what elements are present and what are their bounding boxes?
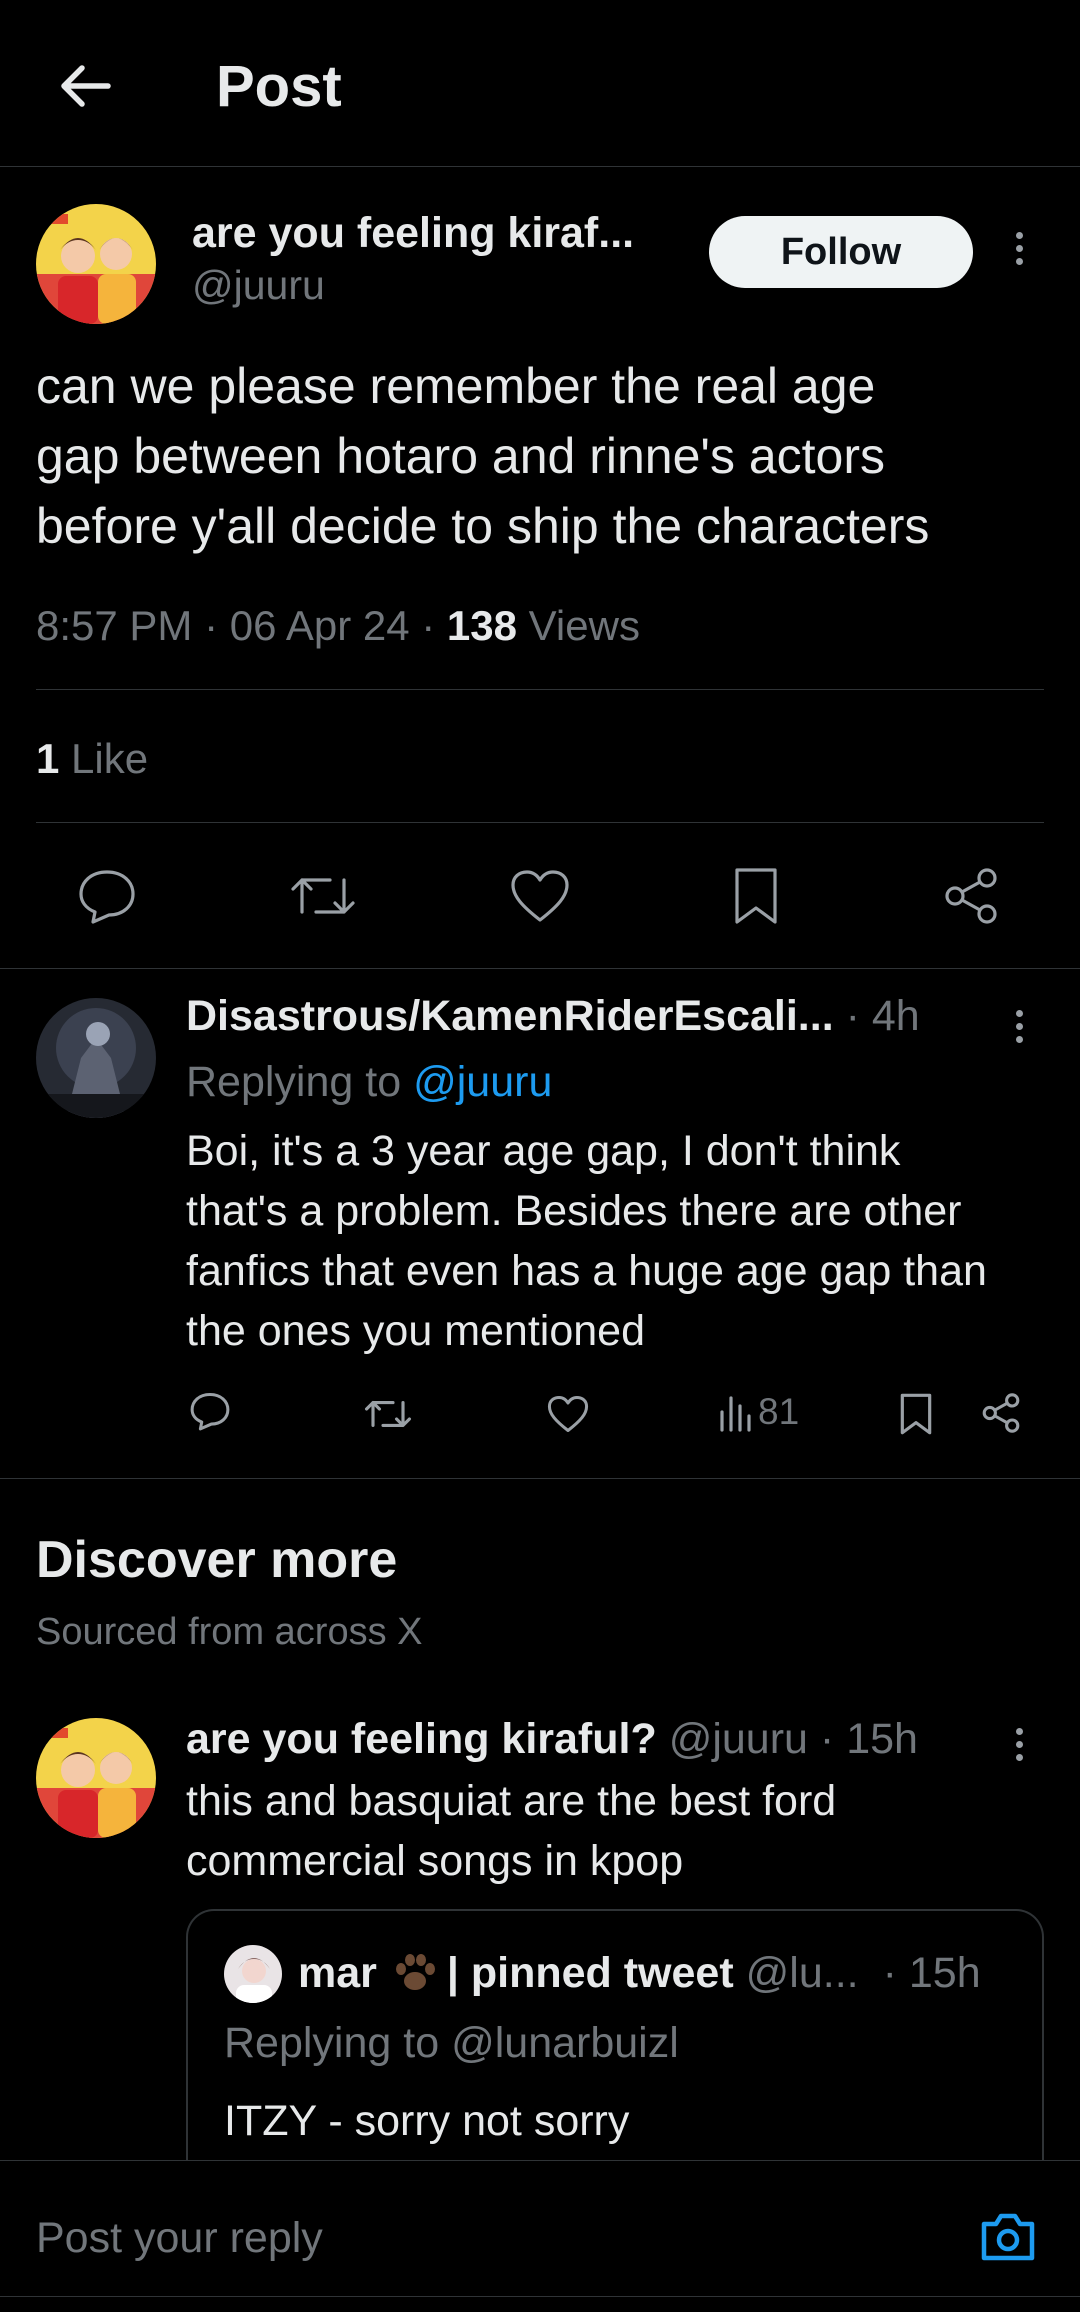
replying-to: Replying to @juuru	[186, 1056, 552, 1108]
meta-sep: ·	[421, 602, 436, 649]
reply-bookmark-button[interactable]	[898, 1392, 934, 1436]
quoted-text: ITZY - sorry not sorry	[224, 2097, 630, 2145]
reply-reply-button[interactable]	[188, 1390, 232, 1432]
author-name[interactable]: are you feeling kiraf...	[192, 207, 634, 259]
discover-title: Discover more	[36, 1531, 398, 1589]
reply-repost-button[interactable]	[364, 1394, 412, 1434]
reply-author-name[interactable]: Disastrous/KamenRiderEscali...	[186, 992, 834, 1040]
discover-text: this and basquiat are the best ford comm…	[186, 1771, 836, 1891]
post-meta: 8:57 PM · 06 Apr 24 · 138 Views	[36, 600, 640, 652]
camera-button[interactable]	[978, 2210, 1038, 2264]
page-title: Post	[216, 54, 342, 119]
reply-text: Boi, it's a 3 year age gap, I don't thin…	[186, 1121, 987, 1361]
heart-icon	[511, 870, 569, 922]
discover-subtitle: Sourced from across X	[36, 1611, 423, 1653]
author-handle[interactable]: @juuru	[192, 260, 325, 310]
post-text-line: gap between hotaro and rinne's actors	[36, 428, 885, 484]
repost-icon	[365, 1401, 411, 1427]
quoted-author-handle: @lu...	[745, 1949, 859, 1997]
follow-button[interactable]: Follow	[709, 216, 973, 288]
discover-author-handle[interactable]: @juuru	[669, 1715, 808, 1763]
bookmark-icon	[735, 868, 777, 924]
post-time: 8:57 PM	[36, 602, 193, 649]
reply-text-line: Boi, it's a 3 year age gap, I don't thin…	[186, 1127, 901, 1175]
likes-label: Like	[71, 735, 149, 782]
back-button[interactable]	[52, 60, 116, 112]
discover-time: · 15h	[819, 1715, 918, 1763]
paw-icon	[395, 1954, 435, 1990]
discover-author-name[interactable]: are you feeling kiraful?	[186, 1715, 657, 1763]
reply-input[interactable]: Post your reply	[36, 2212, 323, 2264]
views-count: 138	[446, 602, 517, 649]
repost-button[interactable]	[290, 868, 356, 924]
meta-sep: ·	[204, 602, 219, 649]
analytics-icon	[720, 1396, 751, 1432]
reply-text-line: that's a problem. Besides there are othe…	[186, 1187, 962, 1235]
reply-views-count: 81	[758, 1391, 800, 1432]
discover-text-line: this and basquiat are the best ford	[186, 1777, 837, 1825]
post-text: can we please remember the real age gap …	[36, 351, 929, 561]
reply-views[interactable]: 81	[718, 1391, 799, 1433]
reply-like-button[interactable]	[546, 1394, 590, 1434]
more-options-icon[interactable]	[1013, 226, 1025, 271]
quoted-author-name: mar	[298, 1949, 377, 1997]
arrow-left-icon	[61, 65, 111, 107]
quoted-time: · 15h	[882, 1949, 981, 1997]
quoted-replying: Replying to @lunarbuizl	[224, 2019, 679, 2067]
reply-share-button[interactable]	[980, 1392, 1022, 1434]
avatar[interactable]	[36, 998, 156, 1118]
discover-text-line: commercial songs in kpop	[186, 1837, 684, 1885]
post-text-line: before y'all decide to ship the characte…	[36, 498, 930, 554]
bookmark-icon	[900, 1393, 932, 1435]
share-icon	[945, 868, 997, 924]
more-options-icon[interactable]	[1013, 1722, 1025, 1767]
post-text-line: can we please remember the real age	[36, 358, 876, 414]
like-button[interactable]	[508, 868, 572, 924]
follow-label: Follow	[780, 230, 902, 273]
avatar[interactable]	[36, 204, 156, 324]
reply-author-line: Disastrous/KamenRiderEscali... · 4h	[186, 990, 920, 1042]
quoted-author-line: mar | pinned tweet @lu... · 15h	[298, 1945, 981, 2001]
bookmark-button[interactable]	[731, 866, 781, 926]
discover-author-line: are you feeling kiraful? @juuru · 15h	[186, 1713, 918, 1765]
post-date: 06 Apr 24	[229, 602, 410, 649]
heart-icon	[547, 1395, 589, 1433]
reply-button[interactable]	[75, 866, 139, 926]
quoted-post[interactable]: mar | pinned tweet @lu... · 15h Replying…	[186, 1909, 1044, 2169]
views-label: Views	[528, 602, 640, 649]
more-options-icon[interactable]	[1013, 1004, 1025, 1049]
avatar[interactable]	[36, 1718, 156, 1838]
repost-icon	[291, 878, 355, 914]
reply-composer: Post your reply	[0, 2160, 1080, 2312]
avatar	[224, 1945, 282, 2003]
replying-handle[interactable]: @juuru	[413, 1058, 552, 1106]
likes-row[interactable]: 1 Like	[36, 733, 148, 785]
reply-text-line: fanfics that even has a huge age gap tha…	[186, 1247, 987, 1295]
reply-time: · 4h	[845, 992, 920, 1040]
reply-text-line: the ones you mentioned	[186, 1307, 645, 1355]
share-icon	[982, 1393, 1020, 1433]
quoted-author-suffix: | pinned tweet	[446, 1949, 734, 1997]
reply-icon	[79, 870, 135, 924]
share-button[interactable]	[941, 866, 1001, 926]
likes-count: 1	[36, 735, 60, 782]
reply-icon	[190, 1392, 230, 1431]
camera-icon	[981, 2213, 1035, 2261]
replying-prefix: Replying to	[186, 1058, 402, 1106]
top-bar: Post	[0, 0, 1080, 166]
